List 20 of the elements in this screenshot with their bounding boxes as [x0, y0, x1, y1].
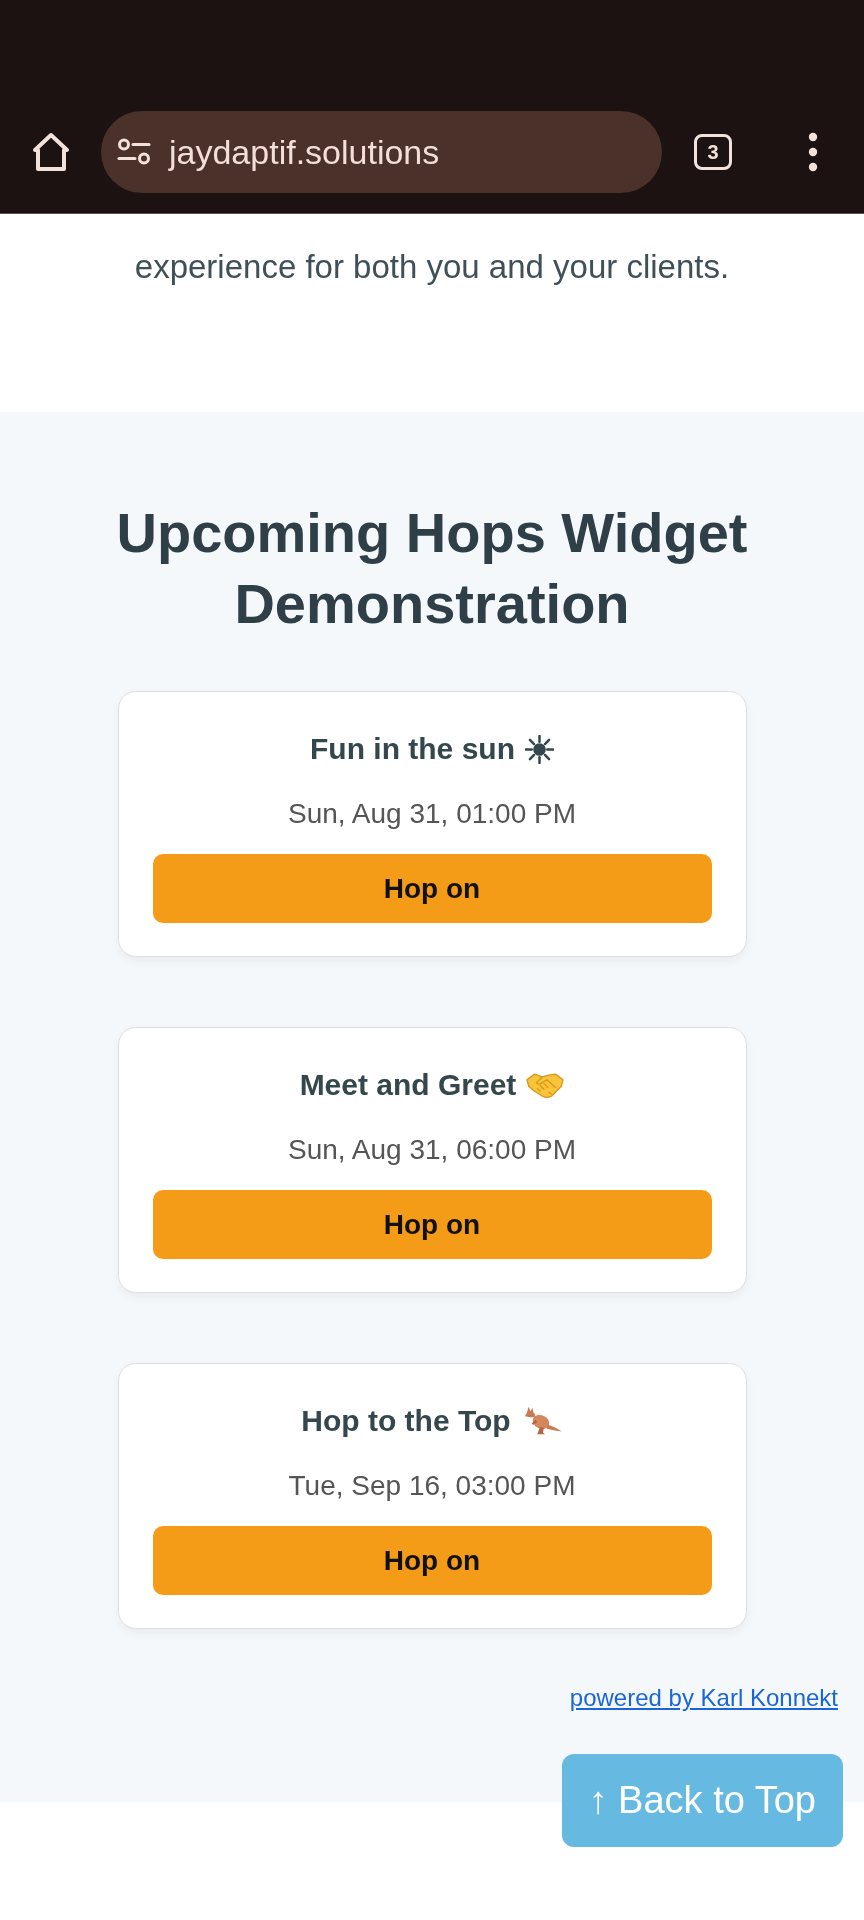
event-title: Hop to the Top	[301, 1403, 511, 1439]
event-title: Fun in the sun	[310, 731, 515, 767]
site-settings-icon[interactable]	[117, 138, 151, 165]
event-date: Sun, Aug 31, 01:00 PM	[288, 797, 576, 831]
event-date: Sun, Aug 31, 06:00 PM	[288, 1133, 576, 1167]
menu-icon[interactable]	[808, 131, 818, 172]
section-heading: Upcoming Hops Widget Demonstration	[115, 500, 749, 637]
intro-paragraph: experience for both you and your clients.	[133, 247, 731, 287]
event-date: Tue, Sep 16, 03:00 PM	[288, 1469, 576, 1503]
sun-icon	[525, 734, 554, 764]
url-text: jaydaptif.solutions	[169, 131, 440, 172]
tab-switcher-button[interactable]: 3	[694, 133, 732, 170]
powered-by-link[interactable]: powered by Karl Konnekt	[569, 1683, 838, 1713]
handshake-icon	[526, 1070, 565, 1100]
event-title: Meet and Greet	[299, 1067, 517, 1103]
address-bar[interactable]: jaydaptif.solutions	[101, 110, 662, 193]
hop-on-button[interactable]: Hop on	[152, 854, 712, 923]
hop-on-button[interactable]: Hop on	[152, 1526, 712, 1595]
hop-on-button[interactable]: Hop on	[152, 1190, 712, 1259]
home-icon[interactable]	[31, 130, 71, 173]
